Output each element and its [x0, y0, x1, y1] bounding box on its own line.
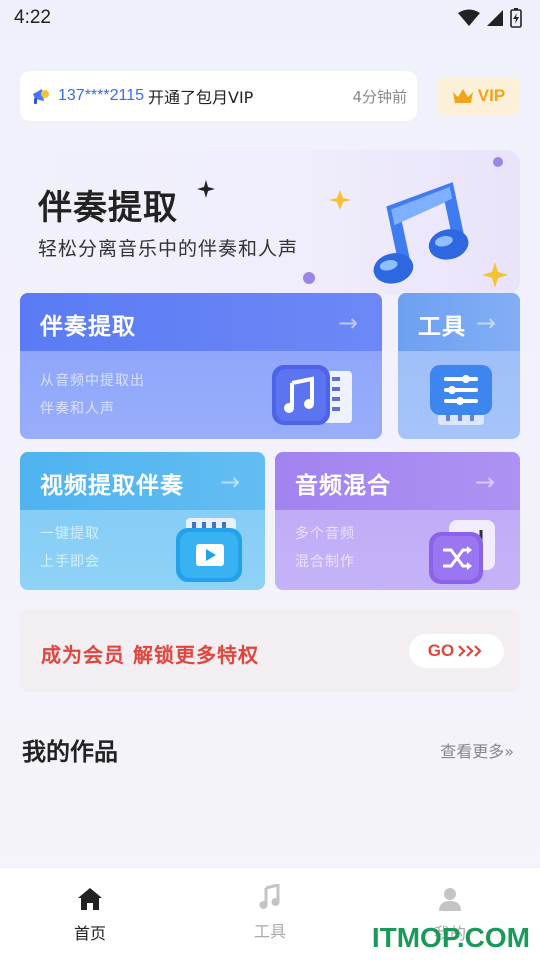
card-desc-line2: 伴奏和人声: [40, 401, 115, 417]
music-file-icon: [272, 365, 352, 425]
card-desc-line2: 混合制作: [295, 554, 355, 570]
sliders-icon: [430, 365, 492, 425]
see-more-link[interactable]: 查看更多»: [440, 738, 514, 762]
double-chevron-icon: »: [504, 742, 514, 761]
banner-subtitle: 轻松分离音乐中的伴奏和人声: [38, 238, 299, 260]
wifi-icon: [458, 9, 480, 26]
status-icons: [458, 8, 522, 28]
tab-label: 首页: [73, 924, 106, 943]
card-desc-line1: 从音频中提取出: [40, 373, 145, 389]
signal-icon: [487, 10, 503, 26]
vip-label: VIP: [477, 86, 506, 105]
card-title: 伴奏提取: [40, 314, 136, 340]
battery-icon: [510, 8, 522, 28]
shuffle-icon: [429, 520, 495, 584]
card-desc-line1: 一键提取: [40, 526, 100, 542]
notice-text: 开通了包月VIP: [148, 88, 254, 107]
sparkle-icon: [197, 180, 215, 198]
tab-home[interactable]: 首页: [0, 868, 180, 960]
arrow-right-icon: →: [220, 468, 241, 496]
tab-label: 工具: [253, 922, 286, 941]
music-note-illustration: [303, 157, 508, 288]
status-time: 4:22: [14, 7, 51, 28]
video-extract-card[interactable]: 视频提取伴奏 → 一键提取 上手即会: [20, 452, 265, 590]
arrow-right-icon: →: [338, 309, 359, 337]
crown-icon: [452, 89, 473, 103]
arrow-right-icon: →: [476, 309, 497, 337]
vip-notice-bar: 137****2115 开通了包月VIP 4分钟前: [20, 71, 417, 121]
music-note-icon: [259, 884, 280, 909]
triple-chevron-icon: [458, 645, 482, 657]
arrow-right-icon: →: [475, 468, 496, 496]
tools-card[interactable]: 工具 →: [398, 293, 520, 439]
video-play-icon: [176, 518, 242, 582]
audio-mix-card[interactable]: 音频混合 → 多个音频 混合制作: [275, 452, 520, 590]
card-title: 工具: [418, 314, 466, 340]
user-icon: [439, 888, 461, 911]
watermark: ITMOP.COM: [371, 922, 530, 953]
membership-text: 成为会员 解锁更多特权: [41, 643, 259, 667]
accompaniment-extract-card[interactable]: 伴奏提取 → 从音频中提取出 伴奏和人声: [20, 293, 382, 439]
see-more-label: 查看更多: [440, 742, 505, 761]
tab-tools[interactable]: 工具: [180, 868, 360, 960]
card-title: 音频混合: [295, 473, 391, 499]
card-desc-line1: 多个音频: [295, 526, 355, 542]
home-icon: [78, 888, 102, 910]
go-button[interactable]: GO: [409, 634, 504, 668]
notice-phone: 137****2115: [58, 87, 145, 104]
vip-button[interactable]: VIP: [437, 77, 520, 115]
go-label: GO: [427, 641, 455, 660]
membership-banner[interactable]: 成为会员 解锁更多特权 GO: [20, 609, 520, 692]
my-works-title: 我的作品: [22, 738, 118, 766]
notice-time: 4分钟前: [352, 87, 407, 106]
status-bar: 4:22: [0, 0, 540, 36]
megaphone-icon: [33, 89, 49, 104]
card-desc-line2: 上手即会: [40, 554, 100, 570]
banner-title: 伴奏提取: [38, 188, 178, 228]
card-title: 视频提取伴奏: [40, 473, 184, 499]
